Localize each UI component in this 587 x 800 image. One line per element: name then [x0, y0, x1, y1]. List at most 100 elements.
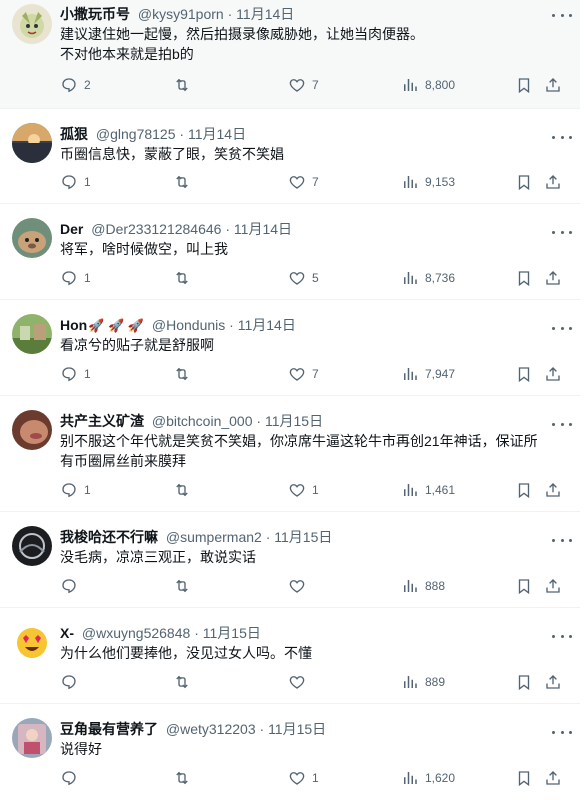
share-button[interactable]: [544, 75, 562, 95]
user-handle[interactable]: @Der233121284646: [91, 221, 221, 237]
timestamp[interactable]: 11月15日: [265, 413, 323, 429]
avatar[interactable]: [12, 526, 52, 566]
avatar[interactable]: [12, 622, 52, 662]
timestamp[interactable]: 11月14日: [236, 6, 294, 22]
retweet-button[interactable]: [173, 576, 197, 596]
avatar[interactable]: [12, 410, 52, 450]
like-button[interactable]: 7: [288, 75, 319, 95]
reply-button[interactable]: [60, 672, 84, 692]
display-name[interactable]: 共产主义矿渣: [60, 413, 144, 429]
more-icon[interactable]: [552, 321, 572, 335]
user-handle[interactable]: @Hondunis: [152, 317, 225, 333]
like-button[interactable]: 7: [288, 364, 319, 384]
share-button[interactable]: [544, 768, 562, 788]
share-button[interactable]: [544, 268, 562, 288]
like-button[interactable]: 1: [288, 480, 319, 500]
like-button[interactable]: 1: [288, 768, 319, 788]
retweet-button[interactable]: [173, 172, 197, 192]
views-button[interactable]: 1,620: [401, 768, 455, 788]
more-icon[interactable]: [552, 629, 572, 643]
timestamp[interactable]: 11月15日: [203, 625, 261, 641]
user-handle[interactable]: @glng78125: [96, 126, 176, 142]
timestamp[interactable]: 11月15日: [274, 529, 332, 545]
timestamp[interactable]: 11月15日: [268, 721, 326, 737]
tweet-text-line: 看凉兮的贴子就是舒服啊: [60, 337, 214, 353]
reply-button[interactable]: 1: [60, 364, 91, 384]
share-button[interactable]: [544, 576, 562, 596]
more-icon[interactable]: [552, 417, 572, 431]
bookmark-icon: [518, 175, 530, 191]
views-button[interactable]: 7,947: [401, 364, 455, 384]
reply-tweet[interactable]: X- @wxuyng526848 · 11月15日 为什么他们要捧他，没见过女人…: [0, 608, 580, 704]
views-button[interactable]: 1,461: [401, 480, 455, 500]
avatar[interactable]: [12, 123, 52, 163]
reply-button[interactable]: 2: [60, 75, 91, 95]
display-name[interactable]: X-: [60, 625, 74, 641]
like-button[interactable]: [288, 576, 312, 596]
share-button[interactable]: [544, 172, 562, 192]
bookmark-button[interactable]: [515, 576, 533, 596]
views-button[interactable]: 8,736: [401, 268, 455, 288]
like-button[interactable]: [288, 672, 312, 692]
reply-tweet[interactable]: 共产主义矿渣 @bitchcoin_000 · 11月15日 别不服这个年代就是…: [0, 396, 580, 512]
reply-tweet[interactable]: 小撒玩币号 @kysy91porn · 11月14日 建议逮住她一起慢，然后拍摄…: [0, 0, 580, 109]
bookmark-button[interactable]: [515, 672, 533, 692]
more-icon[interactable]: [552, 225, 572, 239]
display-name[interactable]: 孤狠: [60, 126, 88, 142]
bookmark-button[interactable]: [515, 480, 533, 500]
reply-count: 1: [84, 271, 91, 285]
retweet-button[interactable]: [173, 268, 197, 288]
user-handle[interactable]: @bitchcoin_000: [152, 413, 253, 429]
share-button[interactable]: [544, 364, 562, 384]
retweet-button[interactable]: [173, 480, 197, 500]
user-handle[interactable]: @wety312203: [166, 721, 256, 737]
user-handle[interactable]: @kysy91porn: [138, 6, 224, 22]
display-name[interactable]: Der: [60, 221, 83, 237]
retweet-button[interactable]: [173, 364, 197, 384]
avatar[interactable]: [12, 218, 52, 258]
retweet-button[interactable]: [173, 672, 197, 692]
retweet-button[interactable]: [173, 75, 197, 95]
more-icon[interactable]: [552, 725, 572, 739]
reply-button[interactable]: [60, 576, 84, 596]
bookmark-button[interactable]: [515, 75, 533, 95]
share-button[interactable]: [544, 672, 562, 692]
tweet-text: 币圈信息快，蒙蔽了眼，笑贫不笑娼: [60, 144, 568, 164]
reply-tweet[interactable]: 我梭哈还不行嘛 @sumperman2 · 11月15日 没毛病，凉凉三观正，敢…: [0, 512, 580, 608]
like-button[interactable]: 5: [288, 268, 319, 288]
timestamp[interactable]: 11月14日: [188, 126, 246, 142]
timestamp[interactable]: 11月14日: [234, 221, 292, 237]
display-name[interactable]: Hon: [60, 317, 87, 333]
avatar[interactable]: [12, 4, 52, 44]
share-button[interactable]: [544, 480, 562, 500]
avatar[interactable]: [12, 718, 52, 758]
display-name[interactable]: 我梭哈还不行嘛: [60, 529, 158, 545]
bookmark-button[interactable]: [515, 364, 533, 384]
views-button[interactable]: 888: [401, 576, 445, 596]
display-name[interactable]: 豆角最有营养了: [60, 721, 158, 737]
more-icon[interactable]: [552, 130, 572, 144]
like-button[interactable]: 7: [288, 172, 319, 192]
views-button[interactable]: 889: [401, 672, 445, 692]
views-button[interactable]: 9,153: [401, 172, 455, 192]
more-icon[interactable]: [552, 533, 572, 547]
reply-button[interactable]: 1: [60, 172, 91, 192]
reply-button[interactable]: [60, 768, 84, 788]
more-icon[interactable]: [552, 8, 572, 22]
bookmark-button[interactable]: [515, 268, 533, 288]
reply-button[interactable]: 1: [60, 268, 91, 288]
user-handle[interactable]: @wxuyng526848: [82, 625, 190, 641]
user-handle[interactable]: @sumperman2: [166, 529, 262, 545]
bookmark-button[interactable]: [515, 172, 533, 192]
reply-tweet[interactable]: 豆角最有营养了 @wety312203 · 11月15日 说得好 1 1,620: [0, 704, 580, 800]
retweet-button[interactable]: [173, 768, 197, 788]
reply-tweet[interactable]: 孤狠 @glng78125 · 11月14日 币圈信息快，蒙蔽了眼，笑贫不笑娼 …: [0, 109, 580, 204]
display-name[interactable]: 小撒玩币号: [60, 6, 130, 22]
avatar[interactable]: [12, 314, 52, 354]
reply-tweet[interactable]: Hon🚀 🚀 🚀 @Hondunis · 11月14日 看凉兮的贴子就是舒服啊 …: [0, 300, 580, 396]
bookmark-button[interactable]: [515, 768, 533, 788]
reply-button[interactable]: 1: [60, 480, 91, 500]
timestamp[interactable]: 11月14日: [238, 317, 296, 333]
reply-tweet[interactable]: Der @Der233121284646 · 11月14日 将军，啥时候做空，叫…: [0, 204, 580, 300]
views-button[interactable]: 8,800: [401, 75, 455, 95]
